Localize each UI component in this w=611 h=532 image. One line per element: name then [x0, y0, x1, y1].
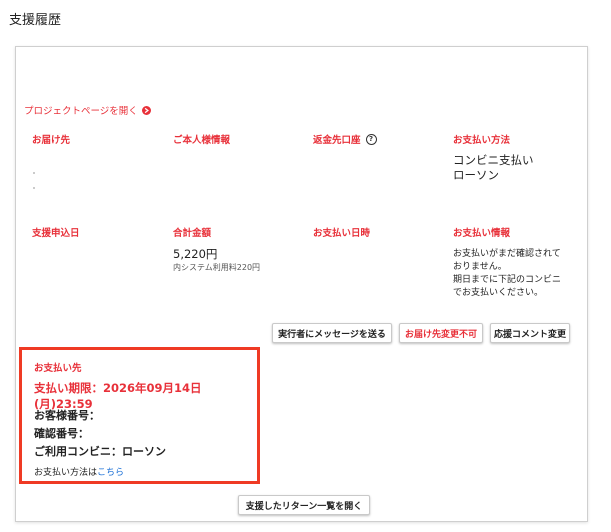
delivery-label: お届け先 [32, 135, 71, 146]
payment-info-section: お支払い情報 お支払いがまだ確認されて おりません。 期日までに下記のコンビニ … [453, 225, 561, 300]
payment-method-help: お支払い方法はこちら [34, 465, 124, 478]
total-amount-label: 合計金額 [173, 228, 212, 239]
system-fee-note: 内システム利用料220円 [173, 263, 261, 272]
payment-method-value: コンビニ支払い [453, 153, 534, 167]
payment-method-help-prefix: お支払い方法は [34, 468, 98, 478]
refund-account-label: 返金先口座 [313, 135, 361, 146]
placeholder-dot [33, 172, 35, 174]
payment-method-section: お支払い方法 コンビニ支払い ローソン [453, 132, 534, 183]
payment-method-help-link[interactable]: こちら [97, 468, 124, 478]
payment-info-line: 期日までに下記のコンビニ [453, 275, 562, 285]
address-change-disabled-button[interactable]: お届け先変更不可 [399, 323, 483, 343]
customer-number: お客様番号： [34, 409, 100, 422]
confirmation-number: 確認番号： [34, 427, 89, 440]
payment-store-value: ローソン [453, 168, 499, 182]
arrow-right-circle-icon [141, 105, 151, 115]
support-history-card: プロジェクトページを開く お届け先 ご本人様情報 返金先口座 ? お支払い方法 … [15, 46, 588, 522]
page-title: 支援履歴 [9, 13, 62, 28]
apply-date-section: 支援申込日 [32, 225, 80, 239]
help-icon[interactable]: ? [365, 133, 377, 145]
personal-info-section: ご本人様情報 [173, 132, 230, 146]
personal-info-label: ご本人様情報 [173, 135, 231, 146]
total-amount-section: 合計金額 5,220円 内システム利用料220円 [173, 225, 260, 273]
refund-account-section: 返金先口座 ? [313, 132, 377, 146]
payment-destination-title: お支払い先 [34, 363, 82, 374]
payment-info-line: おりません。 [453, 262, 507, 272]
payment-destination-box: お支払い先 支払い期限：2026年09月14日(月)23:59 お客様番号： 確… [19, 347, 260, 484]
open-returns-list-button[interactable]: 支援したリターン一覧を開く [238, 495, 370, 515]
project-page-link-label[interactable]: プロジェクトページを開く [24, 103, 138, 117]
placeholder-dot [33, 187, 35, 189]
refund-account-label-row: 返金先口座 ? [313, 132, 377, 146]
delivery-section: お届け先 [32, 132, 70, 146]
convenience-store: ご利用コンビニ：ローソン [34, 445, 166, 458]
payment-datetime-label: お支払い日時 [313, 228, 371, 239]
send-message-button[interactable]: 実行者にメッセージを送る [272, 323, 392, 343]
apply-date-label: 支援申込日 [32, 228, 80, 239]
payment-method-label: お支払い方法 [453, 135, 511, 146]
payment-info-label: お支払い情報 [453, 228, 511, 239]
payment-info-line: でお支払いください。 [453, 288, 544, 298]
project-page-link[interactable]: プロジェクトページを開く [24, 103, 151, 117]
payment-datetime-section: お支払い日時 [313, 225, 370, 239]
change-support-comment-button[interactable]: 応援コメント変更 [490, 323, 570, 343]
payment-info-line: お支払いがまだ確認されて [453, 249, 561, 259]
total-amount-value: 5,220円 [173, 247, 218, 261]
